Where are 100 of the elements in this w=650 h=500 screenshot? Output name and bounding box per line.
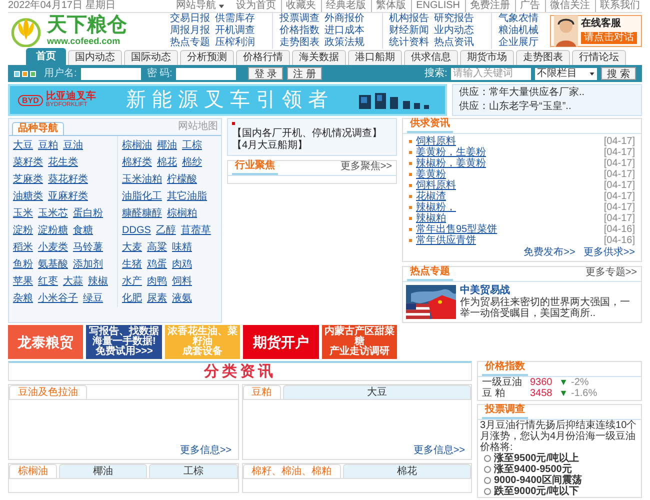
header-link[interactable]: 热点资讯 [434, 36, 474, 48]
header-link[interactable]: 粮油机械 [498, 24, 538, 36]
supply-item-link[interactable]: 辣椒粉，姜黄粉 [416, 158, 486, 170]
category-link[interactable]: 稻米 [13, 242, 33, 254]
header-link[interactable]: 政策法规 [324, 36, 364, 48]
header-link[interactable]: 研究报告 [434, 12, 474, 24]
topic-title-link[interactable]: 中美贸易战 [460, 285, 638, 297]
category-link[interactable]: 高粱 [147, 242, 167, 254]
category-link[interactable]: 化肥 [122, 292, 142, 304]
header-link[interactable]: 周报月报 [170, 24, 210, 36]
category-link[interactable]: 乙醇 [156, 224, 176, 236]
category-link[interactable]: 葵花籽类 [48, 174, 88, 186]
category-link[interactable]: 添加剂 [73, 258, 103, 270]
header-link[interactable]: 外商报价 [324, 12, 364, 24]
news-tab[interactable]: 棉花 [342, 464, 471, 478]
category-link[interactable]: 肉鸡 [172, 258, 192, 270]
header-link[interactable]: 压榨利润 [214, 36, 255, 48]
nav-tab[interactable]: 走势图表 [516, 50, 570, 65]
category-link[interactable]: 玉米芯 [38, 208, 68, 220]
category-link[interactable]: 杂粮 [13, 292, 33, 304]
category-link[interactable]: 棕榈油 [122, 140, 152, 152]
login-button[interactable]: 登 录 [248, 67, 284, 80]
radio-button[interactable] [484, 466, 491, 473]
supply-ticker-link[interactable]: 供应：常年大量供应各厂家.. [459, 87, 635, 99]
category-link[interactable]: 水产 [122, 276, 142, 288]
nav-tab[interactable]: 海关数据 [292, 50, 346, 65]
news-tab[interactable]: 工棕 [149, 464, 238, 478]
more-info-link[interactable]: 更多信息>> [180, 445, 232, 457]
supply-item-link[interactable]: 饲料原料 [416, 136, 456, 148]
category-link[interactable]: 辣椒 [88, 276, 108, 288]
theme-swatch-icon[interactable] [14, 70, 20, 76]
category-link[interactable]: 液氨 [172, 292, 192, 304]
supply-footer-link[interactable]: 更多供求>> [583, 247, 635, 259]
top-link[interactable]: 联系我们 [595, 0, 642, 12]
poll-option[interactable]: 涨至9500元/吨以上 [484, 453, 641, 464]
category-select[interactable]: 不限栏目 [535, 68, 598, 80]
category-link[interactable]: 生猪 [122, 258, 142, 270]
nav-tab[interactable]: 行情论坛 [572, 50, 626, 65]
header-link[interactable]: 交易日报 [170, 12, 210, 24]
category-link[interactable]: 大麦 [122, 242, 142, 254]
category-link[interactable]: 豆粕 [38, 140, 58, 152]
category-link[interactable]: 工棕 [182, 140, 202, 152]
category-link[interactable]: 苜蓿草 [180, 224, 211, 236]
nav-tab[interactable]: 国内动态 [68, 50, 122, 65]
header-link[interactable]: 气象农情 [498, 12, 538, 24]
category-link[interactable]: 亚麻籽类 [48, 190, 88, 202]
poll-option[interactable]: 9000-9400区间震荡 [484, 475, 641, 486]
headline-link[interactable]: 【国内各厂开机、停机情况调查】 [232, 128, 382, 140]
theme-swatch-icon[interactable] [30, 70, 36, 76]
category-link[interactable]: 红枣 [38, 276, 58, 288]
supply-footer-link[interactable]: 免费发布>> [524, 247, 576, 259]
category-link[interactable]: 淀粉 [13, 224, 33, 236]
more-info-link[interactable]: 更多信息>> [413, 445, 465, 457]
category-link[interactable]: 淀粉糖 [38, 224, 68, 236]
header-link[interactable]: 企业展厅 [498, 36, 538, 48]
radio-button[interactable] [484, 488, 491, 495]
nav-tab[interactable]: 首页 [26, 48, 66, 65]
more-focus-link[interactable]: 更多聚焦>> [340, 161, 392, 175]
poll-option[interactable]: 跌至9000元/吨以下 [484, 486, 641, 497]
news-tab[interactable]: 大豆 [282, 385, 471, 399]
header-link[interactable]: 机构报告 [388, 12, 429, 24]
top-link[interactable]: 经典老版 [321, 0, 368, 12]
category-link[interactable]: 小麦类 [38, 242, 68, 254]
nav-tab[interactable]: 价格行情 [236, 50, 290, 65]
nav-tab[interactable]: 分析预测 [180, 50, 234, 65]
category-link[interactable]: 苹果 [13, 276, 33, 288]
category-link[interactable]: 花生类 [48, 156, 78, 168]
category-link[interactable]: DDGS [122, 224, 151, 236]
category-link[interactable]: 大蒜 [63, 276, 83, 288]
username-field[interactable] [80, 68, 141, 80]
nav-tab[interactable]: 期货市场 [460, 50, 514, 65]
ad-banner[interactable]: 期货开户 [243, 325, 319, 359]
category-link[interactable]: 菜籽类 [13, 156, 43, 168]
header-link[interactable]: 业内动态 [434, 24, 474, 36]
category-link[interactable]: 鸡蛋 [147, 258, 167, 270]
password-field[interactable] [176, 68, 236, 80]
category-link[interactable]: 玉米 [13, 208, 33, 220]
header-link[interactable]: 供需库存 [214, 12, 255, 24]
theme-swatch-icon[interactable] [22, 70, 28, 76]
category-link[interactable]: 芝麻类 [13, 174, 43, 186]
category-link[interactable]: 肉鸭 [147, 276, 167, 288]
top-link[interactable]: 收藏夹 [281, 0, 318, 12]
header-link[interactable]: 开机调查 [214, 24, 255, 36]
category-link[interactable]: 糠醛糠醇 [122, 208, 162, 220]
category-link[interactable]: 油脂化工 [122, 190, 162, 202]
category-link[interactable]: 味精 [172, 242, 192, 254]
header-link[interactable]: 投票调查 [279, 12, 320, 24]
top-link[interactable]: ENGLISH [411, 0, 462, 12]
header-link[interactable]: 热点专题 [170, 36, 210, 48]
supply-item-link[interactable]: 姜黄粉 [416, 168, 446, 180]
nav-tab[interactable]: 供求信息 [404, 50, 458, 65]
poll-option[interactable]: 涨至9400-9500元 [484, 464, 641, 475]
header-link[interactable]: 价格指数 [279, 24, 320, 36]
ad-banner[interactable]: 内蒙古产区甜菜糖 产业走访调研 [322, 325, 398, 359]
search-button[interactable]: 搜 索 [601, 67, 636, 80]
radio-button[interactable] [484, 477, 491, 484]
top-link[interactable]: 设为首页 [234, 0, 278, 12]
category-link[interactable]: 棉花 [157, 156, 177, 168]
register-button[interactable]: 注 册 [287, 67, 322, 80]
category-link[interactable]: 尿素 [147, 292, 167, 304]
